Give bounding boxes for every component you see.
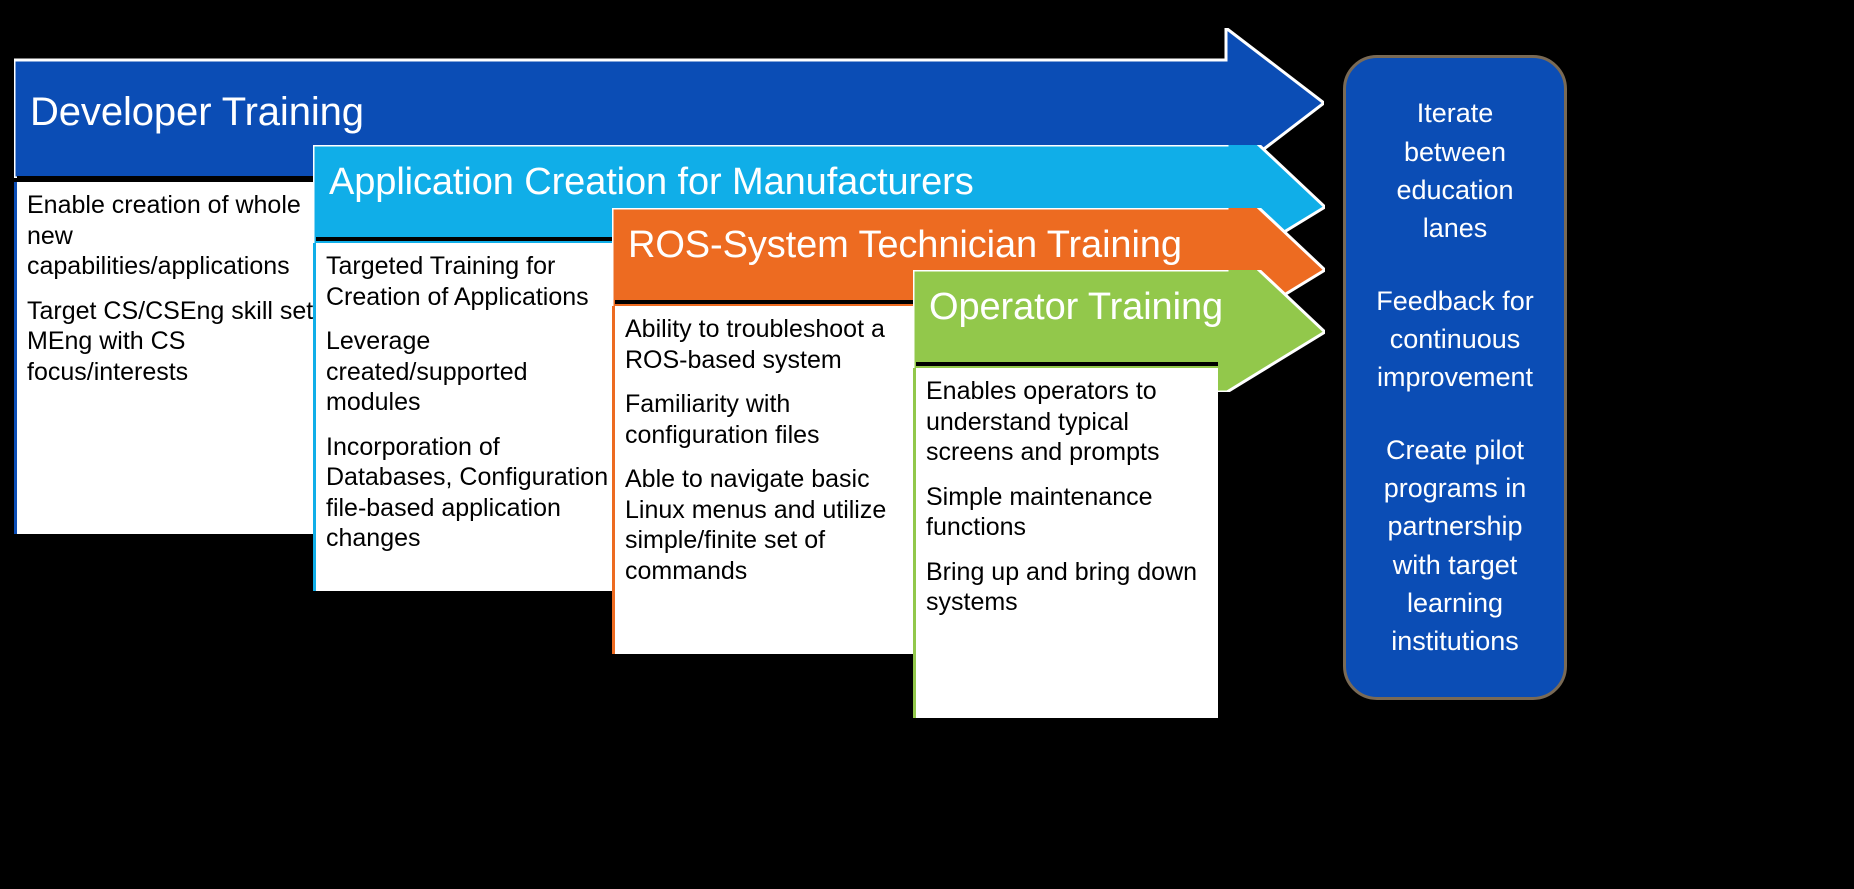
lane-title-operator-training: Operator Training: [929, 286, 1224, 328]
lane-title-developer-training: Developer Training: [30, 90, 364, 134]
iteration-feedback-panel: Iterate between education lanes Feedback…: [1343, 55, 1567, 700]
panel-item-feedback: Feedback for continuous improvement: [1376, 285, 1534, 393]
bullet-list-application-creation: Targeted Training for Creation of Applic…: [326, 251, 621, 568]
list-item: Ability to troubleshoot a ROS-based syst…: [625, 315, 885, 374]
lane-body-ros-system-technician: Ability to troubleshoot a ROS-based syst…: [612, 300, 914, 654]
lane-body-operator-training: Enables operators to understand typical …: [913, 362, 1221, 718]
list-item: Enable creation of whole new capabilitie…: [27, 191, 301, 280]
list-item: Familiarity with configuration files: [625, 390, 820, 449]
lane-body-application-creation: Targeted Training for Creation of Applic…: [313, 237, 613, 591]
list-item: Leverage created/supported modules: [326, 327, 528, 416]
list-item: Incorporation of Databases, Configuratio…: [326, 432, 609, 553]
list-item: Able to navigate basic Linux menus and u…: [625, 465, 887, 585]
bullet-list-developer-training: Enable creation of whole new capabilitie…: [27, 190, 337, 401]
list-item: Target CS/CSEng skill sets; MEng with CS…: [27, 296, 333, 386]
lane-title-ros-system-technician: ROS-System Technician Training: [628, 224, 1182, 266]
lane-body-rule: [916, 362, 1218, 366]
lane-operator-training: Operator Training Enables operators to u…: [913, 270, 1343, 720]
bullet-list-operator-training: Enables operators to understand typical …: [926, 376, 1221, 632]
panel-item-iterate: Iterate between education lanes: [1396, 98, 1514, 244]
lane-title-application-creation: Application Creation for Manufacturers: [329, 161, 974, 203]
panel-item-pilot-programs: Create pilot programs in partnership wit…: [1383, 434, 1527, 657]
lane-body-rule: [615, 300, 914, 304]
bullet-list-ros-system-technician: Ability to troubleshoot a ROS-based syst…: [625, 314, 920, 600]
diagram-canvas: Developer Training Enable creation of wh…: [0, 0, 1854, 889]
list-item: Simple maintenance functions: [926, 482, 1153, 542]
lane-body-rule: [17, 176, 314, 180]
list-item: Enables operators to understand typical …: [926, 377, 1160, 466]
lane-body-rule: [316, 237, 613, 241]
list-item: Bring up and bring down systems: [926, 557, 1198, 617]
list-item: Targeted Training for Creation of Applic…: [326, 252, 589, 311]
lane-body-developer-training: Enable creation of whole new capabilitie…: [14, 176, 333, 534]
